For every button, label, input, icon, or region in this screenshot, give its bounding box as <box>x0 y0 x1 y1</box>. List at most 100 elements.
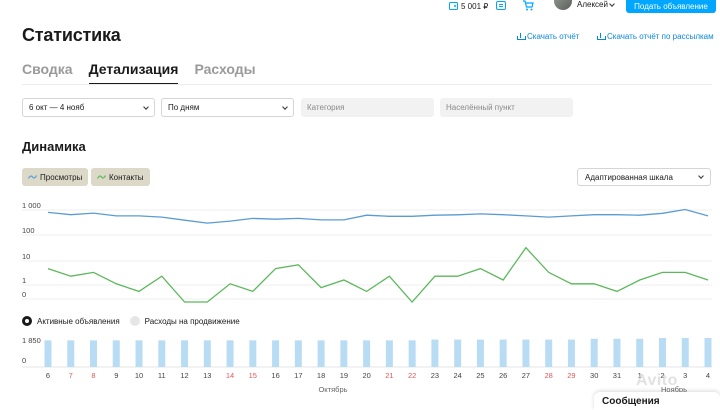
bar[interactable] <box>681 338 689 367</box>
download-icon <box>597 33 606 40</box>
tab-summary[interactable]: Сводка <box>22 61 73 85</box>
x-tick-label: 8 <box>91 371 95 380</box>
promo-costs-toggle[interactable]: Расходы на продвижение <box>129 316 240 326</box>
bar[interactable] <box>181 340 189 367</box>
download-report-label: Скачать отчёт <box>527 32 580 41</box>
location-placeholder: Населённый пункт <box>446 103 515 112</box>
x-tick-label: 12 <box>180 371 188 380</box>
contacts-label: Контакты <box>109 172 144 182</box>
bar[interactable] <box>658 338 666 367</box>
dynamics-title: Динамика <box>22 139 86 154</box>
tab-expenses[interactable]: Расходы <box>194 61 255 85</box>
bar[interactable] <box>454 339 462 367</box>
bar[interactable] <box>317 340 325 367</box>
x-tick-label: 25 <box>476 371 484 380</box>
bar[interactable] <box>44 340 52 367</box>
download-mailing-label: Скачать отчёт по рассылкам <box>607 32 714 41</box>
location-select[interactable]: Населённый пункт <box>440 98 573 117</box>
avito-watermark: Avito <box>636 372 678 389</box>
month-label-october: Октябрь <box>318 385 347 394</box>
bar[interactable] <box>340 340 348 367</box>
x-tick-label: 19 <box>340 371 348 380</box>
bar[interactable] <box>363 340 371 367</box>
date-range-select[interactable]: 6 окт — 4 нояб <box>22 98 155 117</box>
category-placeholder: Категория <box>307 103 345 112</box>
bar[interactable] <box>67 340 75 367</box>
x-tick-label: 20 <box>362 371 370 380</box>
download-mailing-report-link[interactable]: Скачать отчёт по рассылкам <box>597 32 714 41</box>
bar[interactable] <box>112 340 120 367</box>
bar[interactable] <box>499 339 507 367</box>
x-tick-label: 21 <box>385 371 393 380</box>
download-icon <box>517 33 526 40</box>
x-tick-label: 24 <box>453 371 461 380</box>
x-tick-label: 6 <box>46 371 50 380</box>
y-tick-label: 10 <box>22 252 30 261</box>
bar[interactable] <box>249 340 257 367</box>
post-ad-button[interactable]: Подать объявление <box>626 0 716 13</box>
x-tick-label: 3 <box>683 371 687 380</box>
y-tick-label: 100 <box>22 226 35 235</box>
messages-icon[interactable] <box>496 1 506 10</box>
tab-details[interactable]: Детализация <box>88 61 179 85</box>
bar[interactable] <box>90 340 98 367</box>
x-tick-label: 27 <box>522 371 530 380</box>
x-tick-label: 22 <box>408 371 416 380</box>
chevron-down-icon <box>143 103 149 110</box>
x-tick-label: 28 <box>545 371 553 380</box>
y-tick-label: 1 <box>22 276 26 285</box>
user-name: Алексей <box>577 0 608 9</box>
wallet-balance[interactable]: 5 001 ₽ <box>449 0 488 12</box>
active-ads-toggle[interactable]: Активные объявления <box>22 316 120 326</box>
x-tick-label: 18 <box>317 371 325 380</box>
bar[interactable] <box>408 340 416 367</box>
bar-y-tick-label: 1 850 <box>22 336 41 345</box>
dynamics-line-chart: 1 0001001010 <box>22 201 712 303</box>
contacts-line-icon <box>97 175 106 179</box>
bar[interactable] <box>567 339 575 367</box>
wallet-icon <box>449 2 458 10</box>
bar[interactable] <box>385 340 393 367</box>
scale-select[interactable]: Адаптированная шкала <box>577 168 711 186</box>
messages-widget[interactable]: Сообщения <box>594 392 720 410</box>
bar[interactable] <box>522 339 530 367</box>
views-series-line[interactable] <box>47 208 709 224</box>
cart-icon[interactable] <box>522 0 534 11</box>
contacts-toggle-button[interactable]: Контакты <box>91 168 150 186</box>
avatar[interactable] <box>554 0 572 10</box>
promo-costs-label: Расходы на продвижение <box>144 316 240 326</box>
category-select[interactable]: Категория <box>301 98 434 117</box>
bar[interactable] <box>158 340 166 367</box>
views-label: Просмотры <box>40 172 83 182</box>
bar[interactable] <box>545 339 553 367</box>
bar[interactable] <box>272 340 280 367</box>
bar[interactable] <box>476 339 484 367</box>
chevron-down-icon <box>609 1 615 7</box>
bar[interactable] <box>636 338 644 367</box>
tabs-divider <box>22 84 712 85</box>
bar[interactable] <box>135 340 143 367</box>
y-tick-label: 1 000 <box>22 201 41 210</box>
views-toggle-button[interactable]: Просмотры <box>22 168 89 186</box>
page-title: Статистика <box>22 25 121 45</box>
radio-unselected-icon <box>129 316 140 326</box>
bar[interactable] <box>431 339 439 367</box>
user-menu[interactable]: Алексей <box>577 0 615 10</box>
bar[interactable] <box>590 338 598 367</box>
bar[interactable] <box>226 340 234 367</box>
x-tick-label: 10 <box>135 371 143 380</box>
bar[interactable] <box>294 340 302 367</box>
active-ads-label: Активные объявления <box>37 316 120 326</box>
download-report-link[interactable]: Скачать отчёт <box>517 32 579 41</box>
x-tick-label: 31 <box>613 371 621 380</box>
grouping-select[interactable]: По дням <box>161 98 294 117</box>
date-range-value: 6 окт — 4 нояб <box>29 103 85 112</box>
contacts-series-line[interactable] <box>47 246 709 303</box>
chevron-down-icon <box>698 173 704 179</box>
x-tick-label: 9 <box>114 371 118 380</box>
bar[interactable] <box>613 338 621 367</box>
tabs: Сводка Детализация Расходы <box>22 61 256 85</box>
bar[interactable] <box>203 340 211 367</box>
bar[interactable] <box>704 338 712 367</box>
scale-value: Адаптированная шкала <box>585 172 673 182</box>
